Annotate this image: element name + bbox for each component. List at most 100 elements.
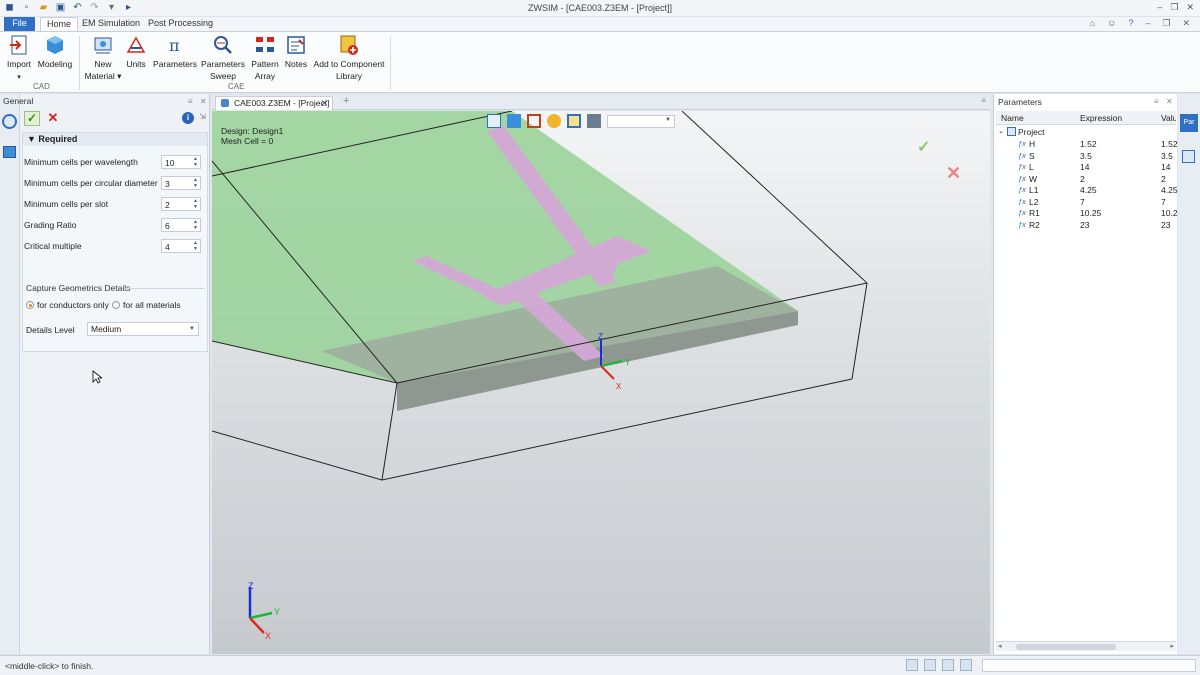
spin-arrows-icon[interactable]: ▲ ▼: [193, 198, 198, 210]
status-message: <middle-click> to finish.: [5, 661, 94, 671]
tab-home[interactable]: Home: [40, 17, 79, 31]
monitor-icon[interactable]: [960, 659, 972, 671]
details-level-select[interactable]: Medium ▼: [87, 322, 199, 336]
screen-icon[interactable]: [924, 659, 936, 671]
tab-em-simulation[interactable]: EM Simulation: [76, 17, 146, 31]
scroll-right-icon[interactable]: ▸: [1170, 642, 1174, 650]
background-icon[interactable]: [587, 114, 601, 128]
horizontal-scrollbar[interactable]: ◂ ▸: [996, 641, 1176, 651]
parameter-row[interactable]: ƒx R2 23 23: [996, 220, 1176, 231]
mesh-param-row: Grading Ratio 6 ▲ ▼: [23, 218, 207, 232]
parameter-row[interactable]: ƒx R1 10.25 10.25: [996, 208, 1182, 219]
collapse-icon[interactable]: ⌄: [998, 127, 1004, 135]
parameter-row[interactable]: ƒx W 2 2: [996, 174, 1176, 185]
mesh-settings-icon[interactable]: [2, 114, 17, 129]
notes-button[interactable]: Notes: [283, 34, 309, 70]
properties-edit-icon[interactable]: [1182, 150, 1195, 163]
pi-icon: π: [169, 36, 180, 55]
3d-scene[interactable]: Z Y X Z Y X: [212, 111, 990, 654]
layers-icon[interactable]: [3, 146, 16, 158]
panel-close-icon[interactable]: ✕: [1166, 97, 1173, 106]
tab-file[interactable]: File: [4, 17, 35, 31]
grading-ratio-stepper[interactable]: 6 ▲ ▼: [161, 218, 201, 232]
restore-doc-icon[interactable]: ❐: [1162, 18, 1170, 29]
radio-unselected-icon[interactable]: [112, 301, 120, 309]
scroll-left-icon[interactable]: ◂: [998, 642, 1002, 650]
min-cells-diameter-stepper[interactable]: 3 ▲ ▼: [161, 176, 201, 190]
add-to-component-library-button[interactable]: Add to Component Library: [312, 34, 386, 82]
parameters-side-tab[interactable]: Par: [1180, 114, 1198, 132]
column-value[interactable]: Value: [1161, 113, 1176, 123]
function-icon: ƒx: [1018, 162, 1026, 171]
parameter-row[interactable]: ƒx L2 7 7: [996, 197, 1176, 208]
grid-toggle-icon[interactable]: [906, 659, 918, 671]
pane-menu-icon[interactable]: ≡: [981, 96, 986, 105]
section-header[interactable]: ▼ Required: [23, 133, 207, 146]
param-label: Minimum cells per slot: [24, 199, 109, 209]
parameters-sweep-button[interactable]: Parameters Sweep: [200, 34, 246, 82]
status-input-field[interactable]: [982, 659, 1196, 672]
minimize-icon[interactable]: –: [1157, 2, 1162, 13]
parameters-panel: Parameters ≡ ✕ Name Expression Value ⌄ P…: [993, 94, 1182, 654]
3d-viewport[interactable]: Z Y X Z Y X Design: Design1 Mesh Cell = …: [212, 111, 990, 654]
parameter-row[interactable]: ƒx L1 4.25 4.25: [996, 185, 1178, 196]
ok-check-button[interactable]: ✓: [24, 111, 40, 126]
panel-menu-icon[interactable]: ≡: [1154, 97, 1159, 106]
collapse-ribbon-icon[interactable]: ⌂: [1090, 18, 1095, 29]
radio-conductors-only[interactable]: for conductors only: [26, 300, 109, 310]
modeling-button[interactable]: Modeling: [36, 34, 74, 70]
new-material-button[interactable]: New Material ▾: [84, 34, 122, 82]
panel-toolbar: ✓ ✕ i ⇲: [22, 110, 208, 128]
section-view-icon[interactable]: [527, 114, 541, 128]
spin-arrows-icon[interactable]: ▲ ▼: [193, 156, 198, 168]
close-doc-icon[interactable]: ✕: [1182, 18, 1190, 29]
design-name: Design: Design1: [221, 126, 284, 136]
minimize-doc-icon[interactable]: –: [1145, 18, 1150, 29]
spin-arrows-icon[interactable]: ▲ ▼: [193, 177, 198, 189]
restore-icon[interactable]: ❐: [1170, 2, 1178, 13]
view-cube-icon[interactable]: [507, 114, 521, 128]
function-icon: ƒx: [1018, 219, 1026, 229]
sweep-icon: [214, 36, 232, 54]
tab-cae003-project[interactable]: CAE003.Z3EM - [Project] ✕: [215, 96, 333, 110]
pin-icon[interactable]: ⇲: [199, 112, 206, 121]
display-style-icon[interactable]: [567, 114, 581, 128]
confirm-check-icon[interactable]: ✓: [917, 137, 930, 157]
min-cells-wavelength-stepper[interactable]: 10 ▲ ▼: [161, 155, 201, 169]
critical-multiple-stepper[interactable]: 4 ▲ ▼: [161, 239, 201, 253]
help-icon[interactable]: ?: [1128, 18, 1133, 29]
cancel-x-button[interactable]: ✕: [46, 111, 60, 126]
tab-post-processing[interactable]: Post Processing: [142, 17, 219, 31]
function-icon: ƒx: [1018, 173, 1026, 183]
add-tab-icon[interactable]: +: [343, 95, 349, 107]
user-icon[interactable]: [942, 659, 954, 671]
parameters-button[interactable]: π Parameters: [152, 34, 198, 70]
import-button[interactable]: Import ▾: [5, 34, 33, 84]
function-icon: ƒx: [1018, 185, 1026, 194]
parameter-row[interactable]: ƒx H 1.52 1.52: [996, 139, 1178, 150]
render-mode-icon[interactable]: [547, 114, 561, 128]
cancel-x-icon[interactable]: ✕: [946, 163, 961, 184]
spin-arrows-icon[interactable]: ▲ ▼: [193, 240, 198, 252]
column-expression[interactable]: Expression: [1080, 113, 1122, 123]
radio-all-materials[interactable]: for all materials: [112, 300, 181, 310]
tree-root-row[interactable]: ⌄ Project: [996, 127, 1176, 138]
pattern-array-button[interactable]: Pattern Array: [249, 34, 281, 82]
view-select[interactable]: ▼: [607, 114, 675, 128]
panel-close-icon[interactable]: ✕: [200, 97, 207, 106]
scrollbar-thumb[interactable]: [1016, 644, 1116, 650]
radio-selected-icon[interactable]: [26, 301, 34, 309]
panel-menu-icon[interactable]: ≡: [188, 97, 193, 106]
view-fit-icon[interactable]: [487, 114, 501, 128]
parameter-row[interactable]: ƒx L 14 14: [996, 162, 1176, 173]
units-button[interactable]: Units: [124, 34, 148, 70]
column-name[interactable]: Name: [1001, 113, 1024, 123]
cad-group-label: CAD: [33, 82, 50, 91]
spin-arrows-icon[interactable]: ▲ ▼: [193, 219, 198, 231]
info-icon[interactable]: i: [182, 112, 194, 124]
close-icon[interactable]: ✕: [1186, 2, 1194, 13]
min-cells-slot-stepper[interactable]: 2 ▲ ▼: [161, 197, 201, 211]
close-tab-icon[interactable]: ✕: [320, 97, 328, 109]
settings-icon[interactable]: ☺: [1107, 18, 1116, 29]
parameter-row[interactable]: ƒx S 3.5 3.5: [996, 151, 1176, 162]
